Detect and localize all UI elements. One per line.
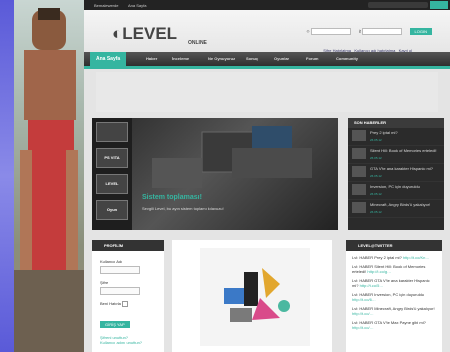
news-date: 26.05.12 — [370, 174, 382, 178]
nav-item[interactable]: Oyunlar — [274, 52, 289, 66]
tweet-link[interactable]: http://t.co/… — [352, 311, 374, 316]
profile-password-input[interactable] — [100, 287, 140, 295]
top-bar: Bemalewerde Ana Sayfa Arama... — [84, 0, 450, 10]
nav-item-home[interactable]: Ana Sayfa — [90, 52, 127, 66]
character-art — [14, 8, 84, 352]
site-logo[interactable]: ◐LEVEL — [112, 24, 177, 44]
remember-label: Beni Hatırla — [100, 301, 121, 307]
slide-title[interactable]: Sistem toplaması! — [142, 194, 202, 201]
tweet: Lvl: HABER Inversion, PC için duyuruldu … — [352, 292, 436, 302]
topbar-link[interactable]: Ana Sayfa — [128, 3, 146, 8]
nav-item[interactable]: Community — [336, 52, 358, 66]
tweet: Lvl: HABER Minecraft, Angry Birds'ü yaka… — [352, 306, 436, 316]
slider-thumbnails: PS VITA LEVEL Oyun — [96, 122, 128, 226]
username-label: Kullanıcı Adı — [100, 259, 123, 264]
news-thumb — [352, 166, 366, 177]
nav-underline — [84, 66, 450, 69]
nav-item[interactable]: Haber — [146, 52, 157, 66]
promo-art — [224, 268, 290, 322]
blue-frame — [0, 0, 14, 352]
news-date: 26.05.12 — [370, 156, 382, 160]
promo-image[interactable] — [200, 248, 310, 346]
news-date: 26.05.12 — [370, 138, 382, 142]
search-button[interactable] — [430, 1, 448, 9]
tweet: Lvl: HABER Prey 2 iptal mi? http://t.co/… — [352, 255, 436, 260]
website: Bemalewerde Ana Sayfa Arama... ◐LEVEL ON… — [84, 0, 450, 352]
news-item[interactable]: Prey 2 iptal mi? 26.05.12 — [348, 128, 444, 146]
nav-item[interactable]: İnceleme — [172, 52, 189, 66]
password-label: Şifre — [100, 280, 109, 285]
profile-submit-button[interactable]: GİRİŞ YAP — [100, 321, 130, 328]
news-thumb — [352, 148, 366, 159]
tweet: Lvl: HABER GTA V'te ana karakter Hispani… — [352, 278, 436, 288]
nav-item[interactable]: Sonuç — [246, 52, 258, 66]
slider-thumb[interactable] — [96, 122, 128, 142]
featured-slider[interactable]: PS VITA LEVEL Oyun Sistem toplaması! Sev… — [92, 118, 338, 230]
search-input[interactable] — [368, 2, 428, 8]
promo-panel — [172, 240, 332, 352]
login-form: ☺ ⚷ LOGIN — [306, 28, 432, 35]
tweet: Lvl: HABER GTA V'te Max Payne gibi mi? h… — [352, 320, 436, 330]
tweet-link[interactable]: http://t.co/g… — [367, 269, 391, 274]
news-date: 26.05.12 — [370, 192, 382, 196]
tweet-link[interactable]: http://t.co/… — [352, 325, 374, 330]
news-title[interactable]: GTA V'te ana karakter Hispanic mi? — [370, 166, 442, 171]
news-thumb — [352, 202, 366, 213]
slider-thumb[interactable]: PS VITA — [96, 148, 128, 168]
username-input[interactable] — [311, 28, 352, 35]
tweet-text: Lvl: HABER Prey 2 iptal mi? — [352, 255, 402, 260]
news-item[interactable]: Inversion, PC için duyuruldu 26.05.12 — [348, 182, 444, 200]
news-item[interactable]: GTA V'te ana karakter Hispanic mi? 26.05… — [348, 164, 444, 182]
tweet-link[interactable]: http://t.co/6… — [352, 297, 376, 302]
slide-art — [152, 126, 312, 188]
news-item[interactable]: Minecraft, Angry Birds'ü yakalıyor! 26.0… — [348, 200, 444, 218]
login-button[interactable]: LOGIN — [409, 28, 432, 35]
profile-username-input[interactable] — [100, 266, 140, 274]
news-thumb — [352, 130, 366, 141]
news-title[interactable]: Minecraft, Angry Birds'ü yakalıyor! — [370, 202, 442, 207]
profile-heading: PROFİLİM — [92, 240, 164, 251]
profile-link[interactable]: Kullanıcı adını unuttun? — [100, 340, 164, 345]
topbar-link[interactable]: Bemalewerde — [94, 3, 118, 8]
key-icon: ⚷ — [358, 28, 362, 34]
slider-thumb[interactable]: Oyun — [96, 200, 128, 220]
slide-subtitle: Sevgili Level, bu ayın sistem toplamı kı… — [142, 206, 224, 211]
profile-panel: PROFİLİM Kullanıcı Adı Şifre Beni Hatırl… — [92, 240, 164, 352]
logo-icon: ◐ — [112, 24, 123, 43]
tweet: Lvl: HABER Silent Hill: Book of Memories… — [352, 264, 436, 274]
remember-checkbox[interactable] — [122, 301, 129, 307]
nav-item[interactable]: Ne Oynuyoruz — [208, 52, 235, 66]
user-icon: ☺ — [306, 28, 311, 34]
news-title[interactable]: Inversion, PC için duyuruldu — [370, 184, 442, 189]
promo-character-image — [14, 0, 84, 352]
main-nav: Ana Sayfa Haber İnceleme Ne Oynuyoruz So… — [84, 52, 450, 66]
news-title[interactable]: Prey 2 iptal mi? — [370, 130, 442, 135]
news-thumb — [352, 184, 366, 195]
banner-area — [96, 72, 438, 112]
news-heading: SON HABERLER — [348, 118, 444, 128]
tweet-link[interactable]: http://t.co/5… — [360, 283, 384, 288]
slide-image[interactable] — [132, 118, 338, 230]
nav-item[interactable]: Forum — [306, 52, 318, 66]
password-input[interactable] — [362, 28, 403, 35]
news-item[interactable]: Silent Hill: Book of Memories erteledi! … — [348, 146, 444, 164]
slider-thumb[interactable]: LEVEL — [96, 174, 128, 194]
latest-news: SON HABERLER Prey 2 iptal mi? 26.05.12 S… — [348, 118, 444, 230]
news-date: 26.05.12 — [370, 210, 382, 214]
news-title[interactable]: Silent Hill: Book of Memories erteledi! — [370, 148, 442, 153]
logo-subtitle: ONLINE — [188, 40, 207, 46]
twitter-heading: LEVEL@TWITTER — [346, 240, 442, 251]
header: ◐LEVEL ONLINE ☺ ⚷ LOGIN Şifre Hatırlatma… — [84, 10, 450, 53]
logo-text: LEVEL — [122, 24, 178, 43]
tweet-link[interactable]: http://t.co/Kn… — [403, 255, 429, 260]
twitter-panel: LEVEL@TWITTER Lvl: HABER Prey 2 iptal mi… — [346, 240, 442, 352]
